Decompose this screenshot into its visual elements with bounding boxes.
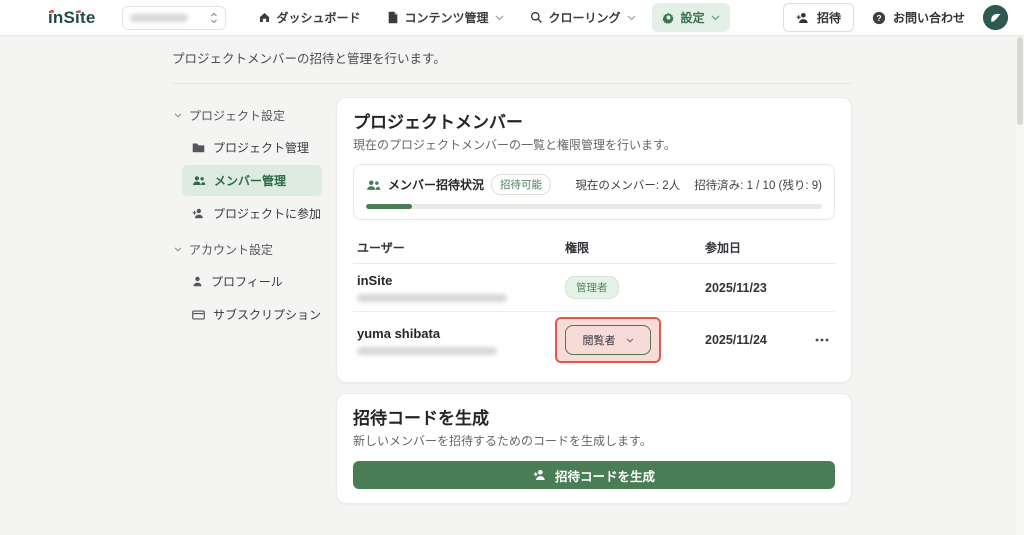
invitation-progress-bar <box>366 204 822 209</box>
joined-date: 2025/11/23 <box>705 280 767 295</box>
content-area: プロジェクト設定 プロジェクト管理 メンバー管理 プロジェクトに参加 アカウント… <box>172 97 852 504</box>
members-card-title: プロジェクトメンバー <box>353 113 523 132</box>
invitation-status-box: メンバー招待状況 招待可能 現在のメンバー: 2人 招待済み: 1 / 10 (… <box>353 164 835 220</box>
table-row: inSite 管理者 2025/11/23 <box>353 264 835 312</box>
question-circle-icon: ? <box>872 11 886 25</box>
sidebar-item-project-management[interactable]: プロジェクト管理 <box>182 132 322 163</box>
chevron-down-icon <box>495 15 504 21</box>
redacted-member-email <box>357 294 507 302</box>
generate-invite-code-label: 招待コードを生成 <box>554 469 655 484</box>
redacted-member-email <box>357 346 497 355</box>
scrollbar-thumb[interactable] <box>1017 37 1023 125</box>
table-row: yuma shibata 閲覧者 2025/11/24 <box>353 312 835 368</box>
sidebar-item-label: プロフィール <box>211 275 283 289</box>
app-logo[interactable]: inSite <box>48 8 96 28</box>
chevron-down-icon <box>627 15 636 21</box>
nav-crawling[interactable]: クローリング <box>520 3 646 32</box>
topbar-right-cluster: 招待 ? お問い合わせ <box>782 3 1008 32</box>
invite-button[interactable]: 招待 <box>782 3 854 32</box>
sidebar-group-project-settings[interactable]: プロジェクト設定 <box>172 101 322 130</box>
sidebar-group-label: プロジェクト設定 <box>189 109 286 123</box>
sidebar-item-label: メンバー管理 <box>214 174 287 188</box>
svg-text:?: ? <box>876 12 881 22</box>
nav-dashboard[interactable]: ダッシュボード <box>248 3 371 32</box>
users-icon <box>192 175 206 186</box>
contact-label: お問い合わせ <box>892 11 965 25</box>
project-members-card: プロジェクトメンバー 現在のプロジェクトメンバーの一覧と権限管理を行います。 メ… <box>336 97 852 383</box>
users-icon <box>366 179 381 191</box>
sidebar-group-label: アカウント設定 <box>189 243 274 257</box>
nav-content-management-label: コンテンツ管理 <box>404 11 489 25</box>
redacted-project-name <box>129 13 188 22</box>
chevron-down-icon <box>174 113 182 118</box>
chevron-down-icon <box>626 337 634 343</box>
nav-content-management[interactable]: コンテンツ管理 <box>377 3 514 32</box>
user-plus-icon <box>192 208 205 219</box>
user-plus-icon <box>533 469 547 481</box>
user-plus-icon <box>796 12 810 24</box>
role-select-value: 閲覧者 <box>582 335 616 347</box>
page-header: プロジェクトメンバーの招待と管理を行います。 <box>172 36 852 84</box>
col-header-user: ユーザー <box>357 241 405 255</box>
sidebar-group-account-settings[interactable]: アカウント設定 <box>172 235 322 264</box>
contact-link[interactable]: ? お問い合わせ <box>872 9 965 26</box>
role-badge-admin: 管理者 <box>565 276 619 299</box>
nav-dashboard-label: ダッシュボード <box>276 11 361 25</box>
sidebar-item-profile[interactable]: プロフィール <box>182 266 322 297</box>
progress-fill <box>366 204 412 209</box>
sidebar-item-label: プロジェクト管理 <box>213 141 310 155</box>
sidebar-item-label: プロジェクトに参加 <box>213 207 322 221</box>
col-header-joined: 参加日 <box>705 241 742 255</box>
page-subtitle: プロジェクトメンバーの招待と管理を行います。 <box>172 52 446 66</box>
role-select-dropdown[interactable]: 閲覧者 <box>565 325 651 355</box>
invitable-badge: 招待可能 <box>491 174 552 195</box>
home-icon <box>258 11 271 24</box>
credit-card-icon <box>192 309 205 320</box>
user-avatar[interactable] <box>983 5 1008 30</box>
nav-crawling-label: クローリング <box>548 11 621 25</box>
main-nav: ダッシュボード コンテンツ管理 クローリング 設定 <box>248 3 730 32</box>
row-actions-menu-button[interactable] <box>813 336 831 344</box>
search-icon <box>530 11 543 24</box>
folder-icon <box>192 142 205 153</box>
user-icon <box>192 276 203 287</box>
chevron-down-icon <box>711 15 720 21</box>
members-table: ユーザー 権限 参加日 inSite 管理者 2025/11/23 yuma s… <box>353 232 835 368</box>
invite-button-label: 招待 <box>816 11 841 25</box>
logo-accent-dot <box>77 9 81 13</box>
annotation-highlight-box: 閲覧者 <box>555 317 661 363</box>
gear-icon <box>662 11 675 24</box>
col-header-role: 権限 <box>565 241 590 255</box>
logo-accent-dot <box>50 9 54 13</box>
top-navigation-bar: inSite ダッシュボード コンテンツ管理 クローリング 設定 招待 ? お問… <box>0 0 1024 36</box>
sidebar-item-member-management[interactable]: メンバー管理 <box>182 165 322 196</box>
invite-code-card: 招待コードを生成 新しいメンバーを招待するためのコードを生成します。 招待コード… <box>336 393 852 504</box>
invitation-status-label: メンバー招待状況 <box>388 178 485 192</box>
selector-updown-icon <box>210 12 218 24</box>
member-name: inSite <box>357 273 393 288</box>
members-table-header: ユーザー 権限 参加日 <box>353 232 835 264</box>
members-card-subtitle: 現在のプロジェクトメンバーの一覧と権限管理を行います。 <box>353 138 676 152</box>
sidebar-item-label: サブスクリプション <box>213 308 322 322</box>
generate-invite-code-button[interactable]: 招待コードを生成 <box>353 461 835 489</box>
nav-settings[interactable]: 設定 <box>651 3 730 32</box>
joined-date: 2025/11/24 <box>705 333 767 347</box>
document-icon <box>387 11 399 24</box>
sidebar-item-join-project[interactable]: プロジェクトに参加 <box>182 198 322 229</box>
scrollbar-track[interactable] <box>1016 37 1024 535</box>
invite-card-subtitle: 新しいメンバーを招待するためのコードを生成します。 <box>353 434 652 448</box>
invite-card-title: 招待コードを生成 <box>353 409 489 428</box>
member-name: yuma shibata <box>357 325 441 341</box>
main-panel: プロジェクトメンバー 現在のプロジェクトメンバーの一覧と権限管理を行います。 メ… <box>336 97 852 504</box>
invited-count: 招待済み: 1 / 10 (残り: 9) <box>694 179 822 192</box>
current-members-count: 現在のメンバー: 2人 <box>575 179 681 192</box>
page-divider <box>172 83 852 84</box>
nav-settings-label: 設定 <box>680 11 705 25</box>
app-logo-text: inSite <box>48 7 96 27</box>
sidebar-item-subscription[interactable]: サブスクリプション <box>182 299 322 330</box>
chevron-down-icon <box>174 247 182 252</box>
project-selector[interactable] <box>121 5 226 30</box>
settings-sidebar: プロジェクト設定 プロジェクト管理 メンバー管理 プロジェクトに参加 アカウント… <box>172 97 322 332</box>
